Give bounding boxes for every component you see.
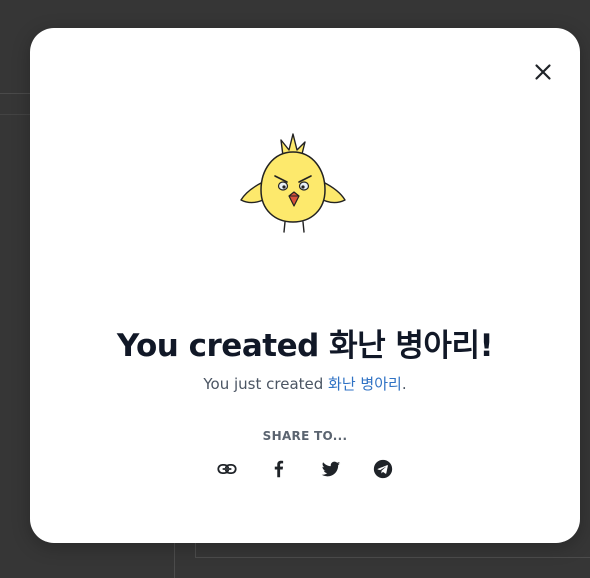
share-copy-link-button[interactable] bbox=[216, 458, 238, 480]
share-buttons bbox=[30, 458, 580, 480]
angry-chick-illustration bbox=[237, 126, 349, 238]
facebook-icon bbox=[274, 460, 284, 478]
success-modal: You created 화난 병아리! You just created 화난 … bbox=[30, 28, 580, 543]
background-divider bbox=[195, 557, 590, 558]
created-item-link[interactable]: 화난 병아리 bbox=[328, 375, 402, 393]
share-twitter-button[interactable] bbox=[320, 458, 342, 480]
background-divider bbox=[0, 93, 30, 94]
close-icon bbox=[535, 64, 551, 80]
twitter-icon bbox=[321, 461, 341, 477]
modal-subtitle: You just created 화난 병아리. bbox=[30, 373, 580, 394]
share-facebook-button[interactable] bbox=[268, 458, 290, 480]
close-button[interactable] bbox=[532, 61, 554, 83]
modal-title: You created 화난 병아리! bbox=[116, 328, 494, 364]
background-divider bbox=[0, 114, 30, 115]
link-icon bbox=[217, 463, 237, 475]
share-label: SHARE TO... bbox=[262, 429, 348, 443]
subtitle-suffix: . bbox=[401, 375, 407, 393]
telegram-icon bbox=[373, 459, 393, 479]
background-divider bbox=[174, 540, 175, 578]
share-telegram-button[interactable] bbox=[372, 458, 394, 480]
subtitle-prefix: You just created bbox=[203, 375, 329, 393]
